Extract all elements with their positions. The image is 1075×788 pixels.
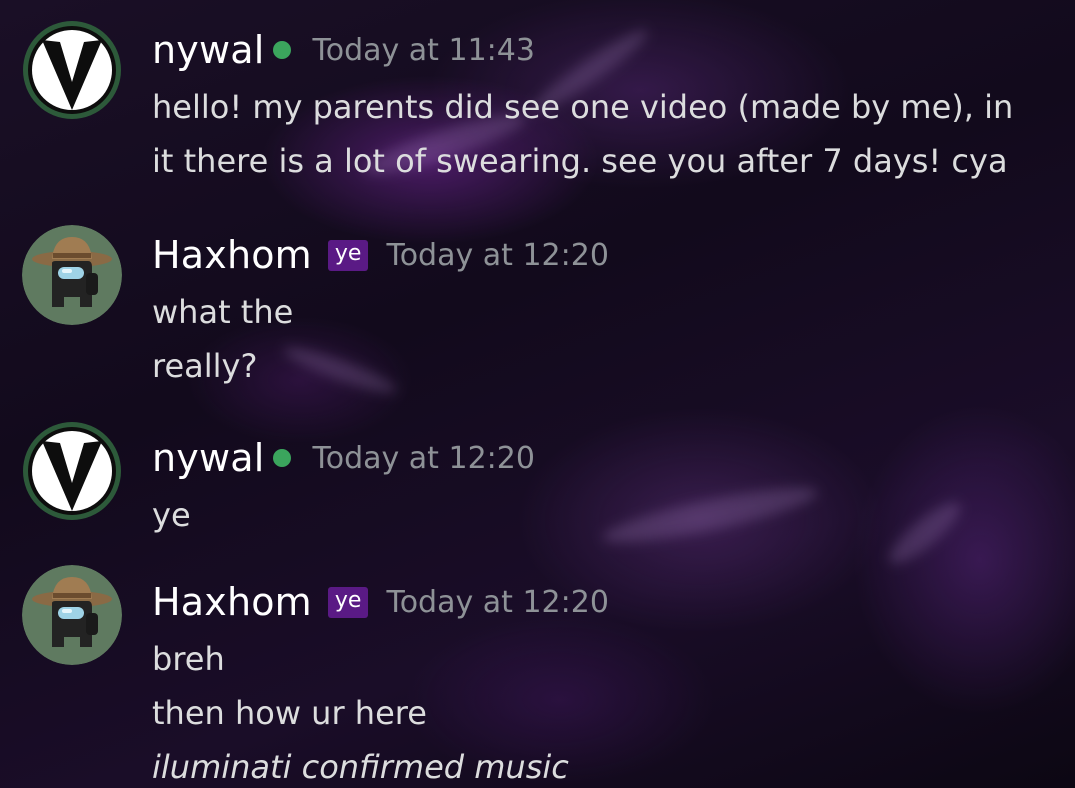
message-line: it there is a lot of swearing. see you a…: [152, 142, 1008, 180]
message-line: really?: [152, 347, 258, 385]
black-v-logo-icon: [23, 422, 121, 520]
message-line: ye: [152, 496, 191, 534]
message-header: Haxhom ye Today at 12:20: [152, 572, 609, 632]
username[interactable]: Haxhom: [152, 580, 312, 624]
avatar[interactable]: [22, 421, 122, 521]
message-content: what the really?: [152, 285, 293, 393]
message-header: nywal Today at 12:20: [152, 428, 535, 488]
online-status-icon: [272, 449, 291, 467]
message-line: what the: [152, 293, 294, 331]
timestamp: Today at 12:20: [386, 584, 609, 620]
username[interactable]: nywal: [152, 28, 265, 72]
username[interactable]: nywal: [152, 436, 265, 480]
crewmate-hat-icon: [22, 565, 122, 665]
message-content: ye: [152, 488, 191, 542]
message-header: Haxhom ye Today at 12:20: [152, 225, 609, 285]
timestamp: Today at 11:43: [312, 32, 535, 68]
avatar[interactable]: [22, 20, 122, 120]
timestamp: Today at 12:20: [386, 237, 609, 273]
message-header: nywal Today at 11:43: [152, 20, 535, 80]
message-content: breh then how ur here iluminati confirme…: [152, 632, 569, 788]
message-content: hello! my parents did see one video (mad…: [152, 80, 1013, 188]
message-line: breh: [152, 640, 225, 678]
role-tag: ye: [327, 586, 369, 618]
avatar[interactable]: [22, 225, 122, 325]
message-line: then how ur here: [152, 694, 427, 732]
message-line: hello! my parents did see one video (mad…: [152, 88, 1014, 126]
chat-message-list: nywal Today at 11:43 hello! my parents d…: [0, 0, 1075, 788]
role-tag: ye: [327, 239, 369, 271]
avatar[interactable]: [22, 565, 122, 665]
timestamp: Today at 12:20: [312, 440, 535, 476]
black-v-logo-icon: [23, 21, 121, 119]
online-status-icon: [272, 41, 291, 59]
message-line: iluminati confirmed music: [152, 748, 569, 786]
username[interactable]: Haxhom: [152, 233, 312, 277]
crewmate-hat-icon: [22, 225, 122, 325]
